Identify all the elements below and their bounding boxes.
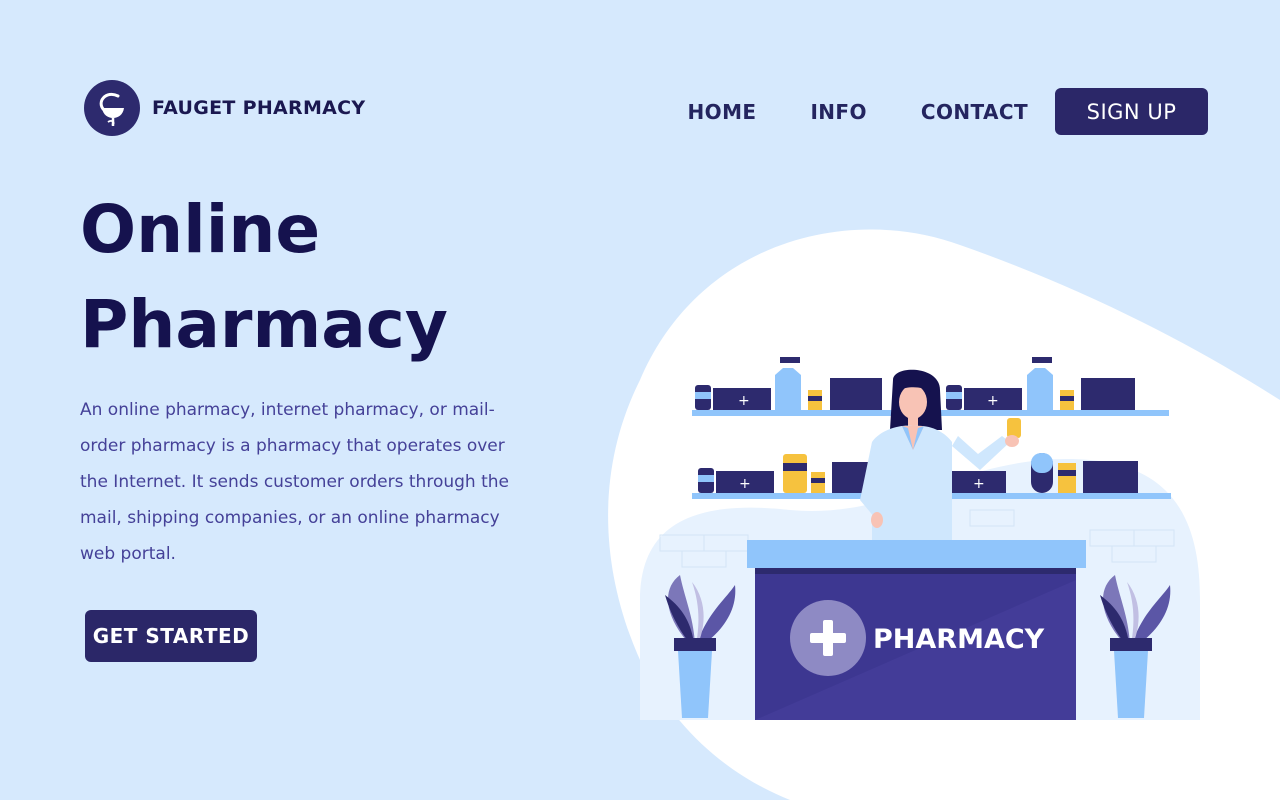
title-line-1: Online — [80, 191, 321, 268]
svg-text:+: + — [973, 476, 985, 492]
svg-text:+: + — [738, 393, 750, 409]
sign-up-button[interactable]: SIGN UP — [1055, 88, 1208, 135]
title-line-2: Pharmacy — [80, 286, 448, 363]
nav-info[interactable]: INFO — [810, 100, 866, 124]
svg-text:+: + — [739, 476, 751, 492]
main-nav: HOME INFO CONTACT SIGN UP — [688, 88, 1208, 135]
pharmacy-illustration: + + + + PHARMACY — [640, 357, 1200, 720]
nav-home[interactable]: HOME — [688, 100, 757, 124]
brand-logo[interactable]: FAUGET PHARMACY — [84, 80, 365, 136]
counter-label: PHARMACY — [873, 624, 1045, 655]
counter-top — [747, 540, 1086, 568]
nav-contact[interactable]: CONTACT — [921, 100, 1028, 124]
hero-description: An online pharmacy, internet pharmacy, o… — [80, 400, 509, 564]
brand-name: FAUGET PHARMACY — [152, 97, 366, 119]
svg-text:+: + — [987, 393, 999, 409]
page-title: Online Pharmacy — [80, 182, 500, 372]
caduceus-bowl-icon — [84, 80, 140, 136]
get-started-button[interactable]: GET STARTED — [85, 610, 257, 662]
